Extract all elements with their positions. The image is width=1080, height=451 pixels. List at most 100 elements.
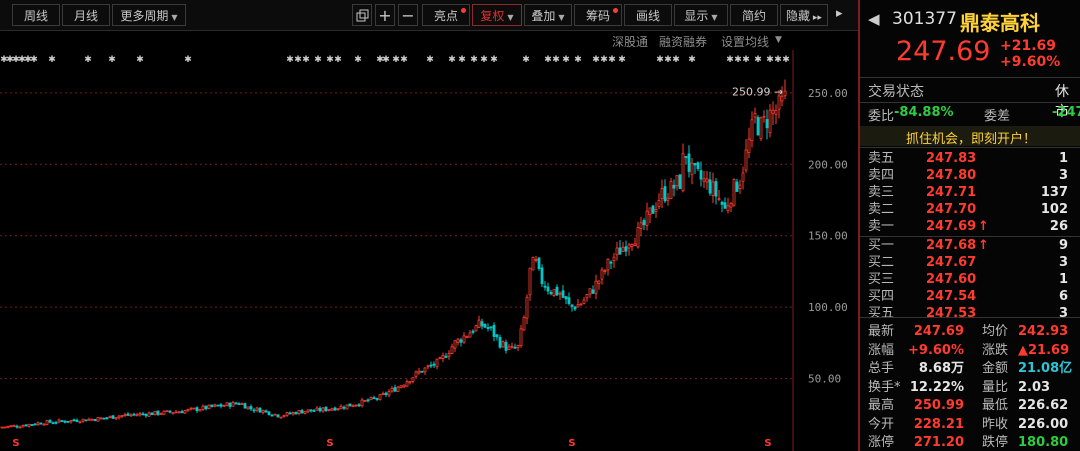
event-marker-icon: ✱ [294, 55, 302, 65]
candle-body [168, 410, 172, 413]
candle-body [645, 210, 649, 226]
zoom-in-icon[interactable]: + [375, 4, 395, 26]
toolbar-button-4[interactable]: 复权 ▼ [472, 4, 522, 26]
candle-body [54, 422, 58, 424]
candle-body [729, 203, 733, 208]
candle-body [402, 384, 406, 388]
open-account-banner[interactable]: 抓住机会，即刻开户！ [860, 126, 1080, 147]
scroll-right-icon[interactable]: ▸ [836, 6, 843, 21]
restore-window-icon[interactable] [352, 4, 372, 26]
candle-body [708, 179, 712, 194]
candle-body [189, 407, 193, 410]
event-marker-icon: ✱ [562, 55, 570, 65]
toolbar-button-3[interactable]: 亮点 [422, 4, 470, 26]
candle-body [96, 417, 100, 422]
stat-label: 跌停 [982, 435, 1009, 450]
stat-value: 247.69 [913, 324, 964, 339]
toolbar-button-6[interactable]: 筹码 [574, 4, 622, 26]
event-marker-icon: ✱ [426, 55, 434, 65]
divider [860, 317, 1080, 318]
event-marker-icon: ✱ [30, 55, 38, 65]
toolbar-button-9[interactable]: 简约 [730, 4, 778, 26]
candle-body [99, 417, 103, 420]
toolbar-button-7[interactable]: 画线 [624, 4, 672, 26]
candle-body [102, 417, 106, 420]
signal-marker-icon: S [568, 438, 575, 449]
candle-body [441, 354, 445, 359]
candle-body [531, 257, 535, 271]
divider [860, 77, 1080, 78]
toolbar-button-10[interactable]: 隐藏 ▸▸ [780, 4, 828, 26]
candle-body [612, 256, 616, 262]
stat-value: 180.80 [1018, 435, 1069, 450]
stock-code: 301377 [892, 9, 957, 29]
candle-body [480, 321, 484, 327]
toolbar-button-1[interactable]: 月线 [62, 4, 110, 26]
candle-body [501, 341, 505, 348]
candle-body [210, 404, 214, 407]
toolbar-button-0[interactable]: 周线 [12, 4, 60, 26]
notification-dot-icon [613, 8, 618, 13]
setting-moving-average[interactable]: 设置均线 [721, 33, 769, 50]
zoom-out-icon[interactable]: − [398, 4, 418, 26]
link-shenguotong[interactable]: 深股通 [612, 33, 648, 50]
candle-body [171, 412, 175, 415]
candle-body [747, 138, 751, 153]
dropdown-caret-icon[interactable]: ▼ [775, 35, 782, 45]
kline-chart[interactable]: 50.00 100.00 150.00 200.00 250.00 250.99 → ✱ ✱ ✱… [0, 50, 858, 451]
candle-body [231, 401, 235, 407]
toolbar-button-label: 筹码 [585, 9, 610, 23]
candle-body [459, 339, 463, 343]
toolbar-button-5[interactable]: 叠加 ▼ [524, 4, 572, 26]
candle-body [318, 407, 322, 412]
toolbar-button-8[interactable]: 显示 ▼ [674, 4, 728, 26]
candle-body [63, 420, 67, 423]
candle-body [252, 409, 256, 412]
stat-value: 226.62 [1018, 398, 1069, 413]
candle-body [261, 409, 265, 413]
dropdown-caret-icon: ▼ [171, 13, 178, 22]
candle-body [594, 280, 598, 294]
event-marker-icon: ✱ [522, 55, 530, 65]
candle-body [540, 267, 544, 285]
event-marker-icon: ✱ [574, 55, 582, 65]
event-marker-icon: ✱ [490, 55, 498, 65]
candle-body [738, 184, 742, 189]
ask-row[interactable]: 卖一 247.69 ↑ 26 [860, 217, 1080, 236]
event-marker-icon: ✱ [286, 55, 294, 65]
toolbar-button-2[interactable]: 更多周期 ▼ [112, 4, 186, 26]
prev-stock-icon[interactable]: ◀ [868, 10, 880, 28]
stat-label: 涨幅 [868, 342, 895, 358]
divider [860, 102, 1080, 103]
bid-row[interactable]: 买五 247.53 3 [860, 304, 1080, 323]
stat-value: 228.21 [913, 416, 964, 432]
event-marker-icon: ✱ [48, 55, 56, 65]
candle-body [12, 425, 16, 427]
event-marker-icon: ✱ [184, 55, 192, 65]
candle-body [219, 404, 223, 407]
candle-body [141, 413, 145, 416]
candle-body [504, 342, 508, 351]
event-marker-icon: ✱ [766, 55, 774, 65]
candle-body [297, 410, 301, 415]
candle-body [588, 288, 592, 295]
candle-body [675, 175, 679, 187]
toolbar-button-label: 周线 [23, 9, 48, 23]
candle-body [195, 407, 199, 412]
event-marker-icon: ✱ [734, 55, 742, 65]
candle-body [726, 205, 730, 212]
link-margin-trading[interactable]: 融资融券 [659, 33, 707, 50]
toolbar-button-label: 画线 [635, 9, 660, 23]
candle-body [303, 411, 307, 414]
stat-label: 最高 [868, 398, 895, 413]
candle-body [111, 415, 115, 419]
candle-body [213, 404, 217, 407]
dropdown-caret-icon: ▼ [711, 13, 718, 22]
candle-body [369, 396, 373, 401]
candle-body [663, 186, 667, 202]
event-marker-icon: ✱ [608, 55, 616, 65]
candle-body [519, 328, 523, 347]
candle-body [552, 289, 556, 296]
candle-body [81, 418, 85, 422]
candle-body [651, 205, 655, 214]
